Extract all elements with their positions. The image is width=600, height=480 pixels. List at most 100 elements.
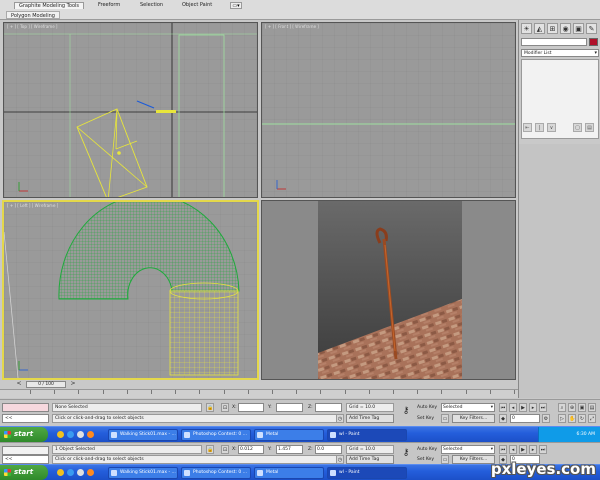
show-end-result-icon[interactable]: |: [535, 123, 544, 132]
z-coordinate-field[interactable]: 0.0: [315, 445, 342, 454]
auto-key-selection-dropdown[interactable]: Selected ▾: [441, 445, 495, 454]
ribbon-tab-object-paint[interactable]: Object Paint: [182, 2, 212, 9]
object-name-field[interactable]: [521, 38, 587, 46]
key-filters-button[interactable]: Key Filters...: [452, 455, 495, 464]
viewport-left[interactable]: [ + ] [ Left ] [ Wireframe ]: [2, 200, 259, 380]
quicklaunch-ie-icon[interactable]: [67, 431, 74, 438]
make-unique-icon[interactable]: ∨: [547, 123, 556, 132]
quicklaunch-firefox-icon[interactable]: [87, 469, 94, 476]
task-photoshop-contest[interactable]: Photoshop Contest: 0 ...: [181, 467, 251, 479]
key-mode-icon[interactable]: ▭: [441, 414, 449, 423]
time-tag-icon[interactable]: ◷: [336, 455, 344, 464]
task-paint[interactable]: wl - Paint: [327, 429, 407, 441]
maxscript-listener-bottom[interactable]: [2, 446, 49, 455]
object-color-swatch[interactable]: [589, 38, 598, 46]
lock-selection-icon[interactable]: 🔒: [206, 445, 214, 454]
transform-mode-icon[interactable]: ⊡: [221, 403, 229, 412]
quicklaunch-app-icon[interactable]: [77, 431, 84, 438]
display-tab-icon[interactable]: ▣: [573, 23, 584, 34]
x-label: X:: [232, 447, 237, 452]
task-walking-stick[interactable]: Walking Stick01.max - ...: [108, 429, 178, 441]
next-frame-icon[interactable]: ▸: [529, 403, 537, 412]
quicklaunch-app-icon[interactable]: [77, 469, 84, 476]
ribbon-options-icon[interactable]: ▭▾: [230, 2, 242, 9]
quicklaunch-folder-icon[interactable]: [57, 431, 64, 438]
ribbon-tab-graphite[interactable]: Graphite Modeling Tools: [14, 2, 85, 9]
previous-frame-icon[interactable]: ◂: [509, 445, 517, 454]
x-coordinate-field[interactable]: 0.012: [238, 445, 264, 454]
z-coordinate-field[interactable]: [315, 403, 342, 412]
start-button[interactable]: start: [0, 465, 48, 480]
remove-modifier-icon[interactable]: ▢: [573, 123, 582, 132]
transform-mode-icon[interactable]: ⊡: [221, 445, 229, 454]
viewport-front[interactable]: [ + ] [ Front ] [ Wireframe ]: [261, 22, 516, 198]
field-of-view-icon[interactable]: ▷: [558, 414, 566, 423]
task-walking-stick[interactable]: Walking Stick01.max - ...: [108, 467, 178, 479]
zoom-all-icon[interactable]: ⊕: [568, 403, 576, 412]
zoom-extents-icon[interactable]: ▣: [578, 403, 586, 412]
orbit-icon[interactable]: ↻: [578, 414, 586, 423]
y-coordinate-field[interactable]: [276, 403, 303, 412]
modify-tab-icon[interactable]: ◭: [534, 23, 545, 34]
start-button[interactable]: start: [0, 427, 48, 442]
motion-tab-icon[interactable]: ◉: [560, 23, 571, 34]
play-icon[interactable]: ▶: [519, 445, 527, 454]
task-photoshop-contest[interactable]: Photoshop Contest: 0 ...: [181, 429, 251, 441]
timeline-track[interactable]: [0, 389, 518, 398]
task-metal[interactable]: Metal: [254, 467, 324, 479]
maximize-viewport-icon[interactable]: ⤢: [588, 414, 596, 423]
time-prev-arrow-icon[interactable]: <: [14, 381, 24, 388]
zoom-extents-all-icon[interactable]: ▤: [588, 403, 596, 412]
set-key-button[interactable]: Set Key: [417, 414, 434, 423]
lock-selection-icon[interactable]: 🔒: [206, 403, 214, 412]
key-icon[interactable]: ⚷: [400, 447, 412, 459]
create-tab-sun-icon[interactable]: ☀: [521, 23, 532, 34]
add-time-tag-button[interactable]: Add Time Tag: [346, 414, 394, 423]
time-slider[interactable]: 0 / 100: [26, 381, 66, 388]
ribbon-tab-freeform[interactable]: Freeform: [98, 2, 120, 9]
auto-key-button[interactable]: Auto Key: [417, 445, 437, 454]
viewport-camera[interactable]: [ + ] [ Camera001 ] [ Smooth + Highlight…: [261, 200, 516, 380]
time-tag-icon[interactable]: ◷: [336, 414, 344, 423]
modifier-list-dropdown[interactable]: Modifier List ▾: [521, 49, 599, 57]
task-paint[interactable]: wl - Paint: [327, 467, 407, 479]
quicklaunch-ie-icon[interactable]: [67, 469, 74, 476]
set-key-button[interactable]: Set Key: [417, 455, 434, 464]
play-icon[interactable]: ▶: [519, 403, 527, 412]
x-coordinate-field[interactable]: [238, 403, 264, 412]
viewport-top[interactable]: [ + ] [ Top ] [ Wireframe ]: [3, 22, 258, 198]
maxscript-prompt-top[interactable]: <<: [2, 414, 49, 423]
go-to-start-icon[interactable]: ⏮: [499, 403, 507, 412]
key-icon[interactable]: ⚷: [400, 405, 412, 417]
timeline-tick: [175, 390, 177, 394]
y-coordinate-field[interactable]: 1.457: [276, 445, 303, 454]
add-time-tag-button[interactable]: Add Time Tag: [346, 455, 394, 464]
zoom-icon[interactable]: ⌕: [558, 403, 566, 412]
key-mode-toggle-icon[interactable]: ◆: [499, 414, 507, 423]
clock[interactable]: 6:30 AM: [577, 432, 596, 437]
key-filters-button[interactable]: Key Filters...: [452, 414, 495, 423]
ribbon-subtab-polygon-modeling[interactable]: Polygon Modeling: [6, 11, 60, 19]
current-frame-field[interactable]: 0: [510, 414, 540, 423]
task-metal[interactable]: Metal: [254, 429, 324, 441]
auto-key-selection-dropdown[interactable]: Selected ▾: [441, 403, 495, 412]
pin-stack-icon[interactable]: ⇤: [523, 123, 532, 132]
go-to-end-icon[interactable]: ⏭: [539, 403, 547, 412]
time-config-icon[interactable]: ⚙: [542, 414, 550, 423]
maxscript-prompt-bottom[interactable]: <<: [2, 455, 49, 464]
utilities-tab-icon[interactable]: ✎: [586, 23, 597, 34]
maxscript-listener-top[interactable]: [2, 403, 49, 412]
key-mode-icon[interactable]: ▭: [441, 455, 449, 464]
auto-key-button[interactable]: Auto Key: [417, 403, 437, 412]
quicklaunch-firefox-icon[interactable]: [87, 431, 94, 438]
go-to-start-icon[interactable]: ⏮: [499, 445, 507, 454]
hierarchy-tab-icon[interactable]: ⊞: [547, 23, 558, 34]
ribbon-tab-selection[interactable]: Selection: [140, 2, 163, 9]
time-next-arrow-icon[interactable]: >: [68, 381, 78, 388]
quicklaunch-folder-icon[interactable]: [57, 469, 64, 476]
previous-frame-icon[interactable]: ◂: [509, 403, 517, 412]
next-frame-icon[interactable]: ▸: [529, 445, 537, 454]
pan-icon[interactable]: ✋: [568, 414, 576, 423]
go-to-end-icon[interactable]: ⏭: [539, 445, 547, 454]
configure-sets-icon[interactable]: ▤: [585, 123, 594, 132]
